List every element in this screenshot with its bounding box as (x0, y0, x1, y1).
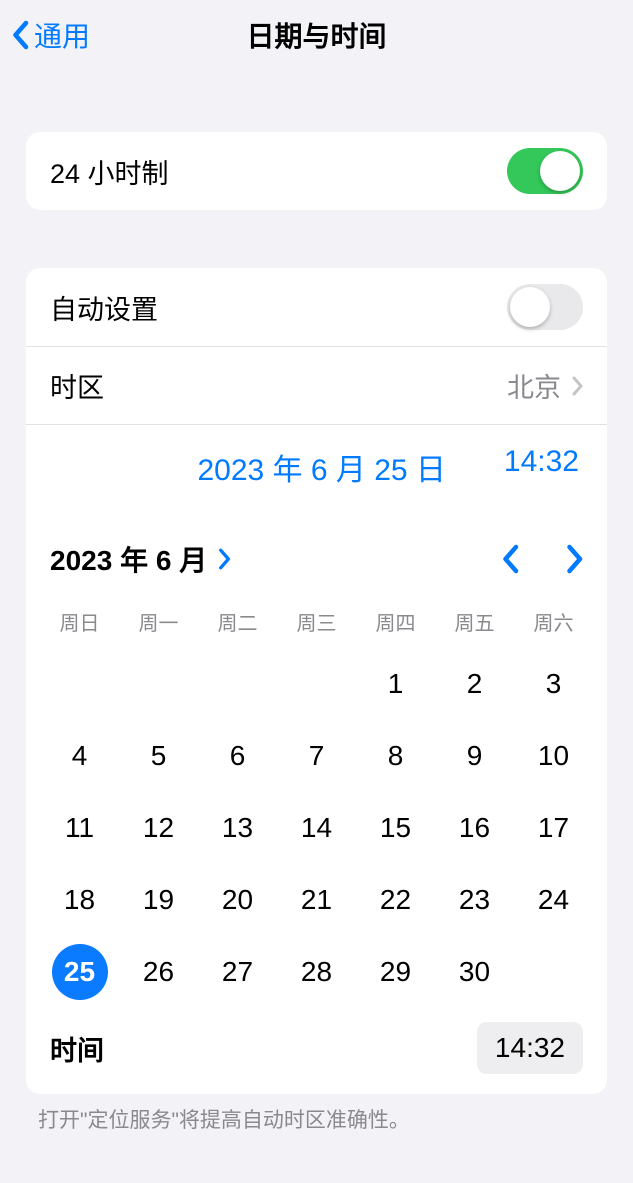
prev-month-button[interactable] (501, 544, 519, 574)
weekday-label: 周日 (40, 599, 119, 648)
group-24h: 24 小时制 (26, 132, 607, 210)
weekday-label: 周三 (277, 599, 356, 648)
calendar-day[interactable]: 11 (40, 792, 119, 864)
label-time: 时间 (50, 1029, 104, 1068)
back-button[interactable]: 通用 (10, 15, 90, 55)
calendar-day[interactable]: 26 (119, 936, 198, 1008)
calendar-day (40, 648, 119, 720)
page-title: 日期与时间 (246, 15, 386, 55)
calendar-month-button[interactable]: 2023 年 6 月 (50, 539, 231, 579)
calendar-grid: 1234567891011121314151617181920212223242… (26, 648, 607, 1008)
nav-bar: 通用 日期与时间 (0, 0, 633, 70)
calendar-week: 18192021222324 (26, 864, 607, 936)
group-datetime: 自动设置 时区 北京 2023 年 6 月 25 日 14:32 2023 年 … (26, 268, 607, 1094)
chevron-right-icon (217, 548, 231, 570)
calendar-day[interactable]: 13 (198, 792, 277, 864)
selected-date[interactable]: 2023 年 6 月 25 日 (197, 445, 445, 489)
label-24h: 24 小时制 (50, 152, 169, 191)
calendar-day[interactable]: 1 (356, 648, 435, 720)
calendar-month-label: 2023 年 6 月 (50, 539, 207, 579)
next-month-button[interactable] (565, 544, 583, 574)
calendar-week: 11121314151617 (26, 792, 607, 864)
calendar-week: 45678910 (26, 720, 607, 792)
row-24h: 24 小时制 (26, 132, 607, 210)
footer-note: 打开"定位服务"将提高自动时区准确性。 (38, 1104, 595, 1134)
calendar-day[interactable]: 4 (40, 720, 119, 792)
calendar-day (514, 936, 593, 1008)
calendar-day[interactable]: 28 (277, 936, 356, 1008)
chevron-left-icon (10, 20, 30, 50)
calendar-day[interactable]: 2 (435, 648, 514, 720)
calendar-day[interactable]: 5 (119, 720, 198, 792)
calendar-day[interactable]: 10 (514, 720, 593, 792)
label-auto-set: 自动设置 (50, 288, 158, 327)
calendar-day[interactable]: 18 (40, 864, 119, 936)
calendar-day[interactable]: 22 (356, 864, 435, 936)
calendar-day (277, 648, 356, 720)
row-time: 时间 14:32 (26, 1008, 607, 1094)
row-selected-datetime: 2023 年 6 月 25 日 14:32 (26, 424, 607, 509)
weekday-label: 周四 (356, 599, 435, 648)
weekday-label: 周六 (514, 599, 593, 648)
calendar-day (198, 648, 277, 720)
chevron-right-icon (571, 376, 583, 396)
timezone-text: 北京 (507, 366, 561, 405)
calendar-week: 123 (26, 648, 607, 720)
weekday-label: 周五 (435, 599, 514, 648)
calendar-day[interactable]: 30 (435, 936, 514, 1008)
calendar-day[interactable]: 19 (119, 864, 198, 936)
calendar-day[interactable]: 16 (435, 792, 514, 864)
calendar-day[interactable]: 20 (198, 864, 277, 936)
calendar-day[interactable]: 27 (198, 936, 277, 1008)
toggle-24h[interactable] (507, 148, 583, 194)
calendar-day[interactable]: 3 (514, 648, 593, 720)
label-timezone: 时区 (50, 366, 104, 405)
back-label: 通用 (34, 15, 90, 55)
calendar-day[interactable]: 15 (356, 792, 435, 864)
calendar-day[interactable]: 24 (514, 864, 593, 936)
toggle-auto-set[interactable] (507, 284, 583, 330)
calendar-day[interactable]: 17 (514, 792, 593, 864)
calendar-week: 252627282930 (26, 936, 607, 1008)
value-timezone: 北京 (507, 366, 583, 405)
calendar-day[interactable]: 23 (435, 864, 514, 936)
time-picker-button[interactable]: 14:32 (477, 1022, 583, 1074)
weekday-label: 周一 (119, 599, 198, 648)
calendar-header: 2023 年 6 月 (26, 509, 607, 593)
calendar-day[interactable]: 9 (435, 720, 514, 792)
calendar-day (119, 648, 198, 720)
row-auto-set: 自动设置 (26, 268, 607, 346)
calendar-day[interactable]: 21 (277, 864, 356, 936)
calendar-day[interactable]: 29 (356, 936, 435, 1008)
calendar-day[interactable]: 12 (119, 792, 198, 864)
calendar-day[interactable]: 14 (277, 792, 356, 864)
calendar-day[interactable]: 25 (40, 936, 119, 1008)
calendar-nav (501, 544, 583, 574)
row-timezone[interactable]: 时区 北京 (26, 346, 607, 424)
weekday-row: 周日周一周二周三周四周五周六 (26, 599, 607, 648)
calendar-day[interactable]: 8 (356, 720, 435, 792)
calendar-day[interactable]: 6 (198, 720, 277, 792)
weekday-label: 周二 (198, 599, 277, 648)
calendar-day[interactable]: 7 (277, 720, 356, 792)
selected-time[interactable]: 14:32 (504, 445, 579, 489)
